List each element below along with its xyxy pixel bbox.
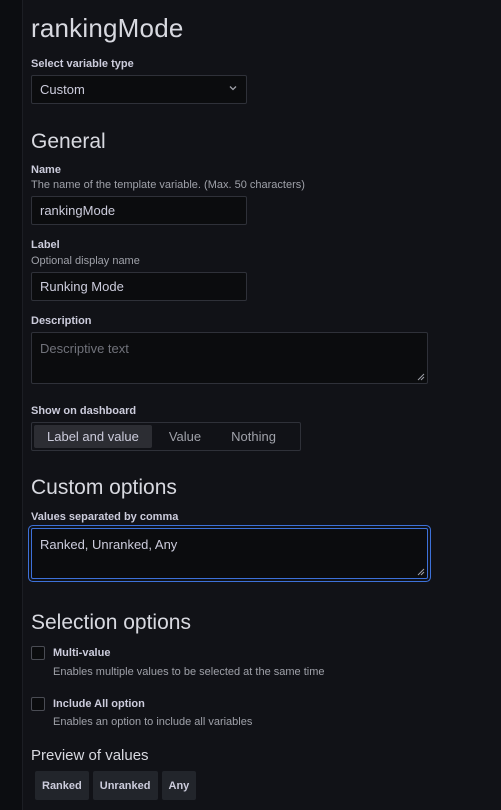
general-section-title: General	[31, 130, 106, 153]
description-placeholder: Descriptive text	[40, 341, 129, 356]
show-option-nothing[interactable]: Nothing	[218, 425, 289, 448]
preview-values-list: Ranked Unranked Any	[35, 771, 197, 800]
preview-title: Preview of values	[31, 747, 149, 764]
variable-type-value: Custom	[40, 82, 85, 97]
resize-handle-icon[interactable]	[417, 373, 425, 381]
include-all-checkbox[interactable]	[31, 697, 45, 711]
description-label: Description	[31, 315, 92, 327]
values-label: Values separated by comma	[31, 511, 179, 523]
label-field-description: Optional display name	[31, 255, 140, 267]
resize-handle-icon[interactable]	[417, 568, 425, 576]
selection-options-section-title: Selection options	[31, 611, 191, 634]
multi-value-description: Enables multiple values to be selected a…	[53, 666, 325, 678]
variable-type-select[interactable]: Custom	[31, 75, 247, 104]
name-label: Name	[31, 164, 61, 176]
show-option-label-and-value[interactable]: Label and value	[34, 425, 152, 448]
custom-values-text: Ranked, Unranked, Any	[40, 537, 178, 552]
preview-value-chip: Ranked	[35, 771, 89, 800]
chevron-down-icon	[228, 82, 238, 96]
name-description: The name of the template variable. (Max.…	[31, 179, 305, 191]
page-title: rankingMode	[31, 13, 184, 43]
multi-value-label[interactable]: Multi-value	[53, 647, 110, 659]
show-option-value[interactable]: Value	[156, 425, 214, 448]
label-input[interactable]: Runking Mode	[31, 272, 247, 301]
include-all-label[interactable]: Include All option	[53, 698, 145, 710]
show-on-dashboard-radio-group: Label and value Value Nothing	[31, 422, 301, 451]
preview-value-chip: Unranked	[92, 771, 158, 800]
label-field-label: Label	[31, 239, 60, 251]
include-all-description: Enables an option to include all variabl…	[53, 716, 253, 728]
multi-value-checkbox[interactable]	[31, 646, 45, 660]
name-input[interactable]: rankingMode	[31, 196, 247, 225]
variable-type-label: Select variable type	[31, 58, 134, 70]
side-panel-edge	[0, 0, 23, 810]
show-on-dashboard-label: Show on dashboard	[31, 405, 137, 417]
variable-editor-page: rankingMode Select variable type Custom …	[0, 0, 501, 810]
custom-values-textarea[interactable]: Ranked, Unranked, Any	[31, 528, 428, 579]
custom-options-section-title: Custom options	[31, 476, 177, 499]
description-textarea[interactable]: Descriptive text	[31, 332, 428, 384]
preview-value-chip: Any	[161, 771, 197, 800]
